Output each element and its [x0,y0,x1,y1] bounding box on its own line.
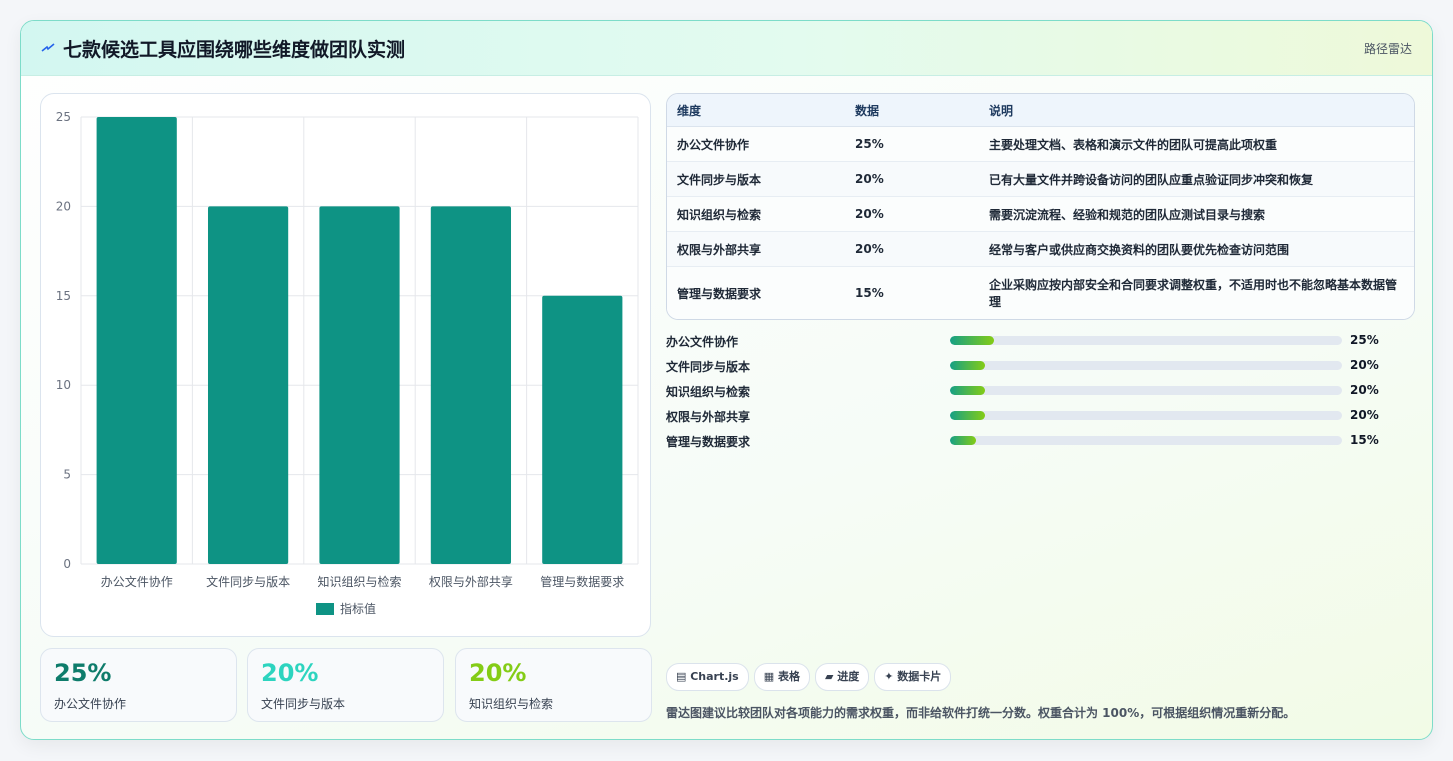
table-cell: 需要沉淀流程、经验和规范的团队应测试目录与搜索 [979,196,1414,232]
progress-fill [950,411,986,420]
bar [96,117,177,564]
progress-label: 办公文件协作 [666,335,739,349]
table-row: 管理与数据要求 15% 企业采购应按内部安全和合同要求调整权重，不适用时也不能忽… [667,266,1414,319]
x-tick-label: 办公文件协作 [101,574,173,589]
y-tick-label: 0 [63,557,71,571]
chip-table[interactable]: ▦ 表格 [753,663,810,691]
progress-value: 20% [1350,408,1379,422]
progress-label: 管理与数据要求 [666,435,751,449]
progress-fill [950,361,986,370]
bar-chart-panel: 0 5 10 15 20 25 办公文件协作 文件同步与版本 知识组织与检索 权限与外部共享 管理与… [40,93,651,637]
table-cell: 20% [845,161,979,197]
table-header-row: 维度 数据 说明 [667,94,1414,127]
header-tag: 路径雷达 [1363,42,1412,56]
progress-track [950,436,1342,445]
progress-value: 20% [1350,358,1379,372]
chip-chartjs[interactable]: ▤ Chart.js [666,663,749,691]
progress-row: 权限与外部共享 20% [666,404,1416,429]
table-row: 权限与外部共享 20% 经常与客户或供应商交换资料的团队要优先检查访问范围 [667,231,1414,267]
x-tick-label: 权限与外部共享 [429,574,513,589]
y-tick-label: 10 [56,378,71,392]
table-cell: 企业采购应按内部安全和合同要求调整权重，不适用时也不能忽略基本数据管理 [979,266,1414,319]
table-row: 知识组织与检索 20% 需要沉淀流程、经验和规范的团队应测试目录与搜索 [667,196,1414,232]
y-tick-label: 5 [63,468,71,482]
legend-label: 指标值 [340,601,376,616]
progress-row: 知识组织与检索 20% [666,379,1416,404]
progress-value: 20% [1350,383,1379,397]
chip-data-cards[interactable]: ✦ 数据卡片 [874,663,952,691]
tech-chips: ▤ Chart.js ▦ 表格 ▰ 进度 ✦ 数据卡片 [666,663,956,691]
stat-value: 20% [469,659,527,687]
progress-fill [950,386,986,395]
progress-track [950,361,1342,370]
progress-list: 办公文件协作 25% 文件同步与版本 20% 知识组织与检索 20% 权限与外部… [666,329,1416,454]
progress-value: 15% [1350,433,1379,447]
progress-value: 25% [1350,333,1379,347]
progress-label: 权限与外部共享 [666,410,751,424]
progress-row: 管理与数据要求 15% [666,429,1416,454]
y-tick-label: 25 [56,110,71,124]
bar [207,206,289,564]
table-row: 文件同步与版本 20% 已有大量文件并跨设备访问的团队应重点验证同步冲突和恢复 [667,161,1414,197]
lightning-icon [41,43,55,52]
stat-value: 20% [261,659,319,687]
x-tick-label: 文件同步与版本 [206,574,290,589]
table-cell: 已有大量文件并跨设备访问的团队应重点验证同步冲突和恢复 [979,161,1414,197]
column-header: 说明 [979,94,1414,127]
stat-label: 办公文件协作 [54,697,127,711]
page-title: 七款候选工具应围绕哪些维度做团队实测 [63,39,406,61]
x-tick-label: 知识组织与检索 [317,574,401,589]
progress-row: 文件同步与版本 20% [666,354,1416,379]
stat-card: 20% 知识组织与检索 [455,648,652,722]
table-cell: 20% [845,196,979,232]
column-header: 维度 [667,94,845,127]
bar [430,206,512,564]
dashboard-card: 七款候选工具应围绕哪些维度做团队实测 路径雷达 0 5 10 15 20 25 办公文件协作… [20,20,1433,740]
progress-track [950,411,1342,420]
table-cell: 主要处理文档、表格和演示文件的团队可提高此项权重 [979,126,1414,162]
y-tick-label: 20 [56,199,71,213]
progress-row: 办公文件协作 25% [666,329,1416,354]
table-row: 办公文件协作 25% 主要处理文档、表格和演示文件的团队可提高此项权重 [667,126,1414,162]
card-header: 七款候选工具应围绕哪些维度做团队实测 路径雷达 [21,21,1432,76]
table-cell: 经常与客户或供应商交换资料的团队要优先检查访问范围 [979,231,1414,267]
progress-fill [950,436,977,445]
stat-label: 文件同步与版本 [261,697,346,711]
stat-card: 20% 文件同步与版本 [247,648,444,722]
table-cell: 管理与数据要求 [667,266,845,319]
y-tick-label: 15 [56,289,71,303]
progress-label: 知识组织与检索 [666,385,751,399]
column-header: 数据 [845,94,979,127]
progress-label: 文件同步与版本 [666,360,751,374]
table-cell: 20% [845,231,979,267]
chip-progress[interactable]: ▰ 进度 [814,663,870,691]
bar [319,206,400,564]
table-cell: 文件同步与版本 [667,161,845,197]
progress-track [950,386,1342,395]
bar-chart: 0 5 10 15 20 25 办公文件协作 文件同步与版本 知识组织与检索 权限与外部共享 管理与… [56,110,639,616]
x-tick-label: 管理与数据要求 [540,574,624,589]
footnote: 雷达图建议比较团队对各项能力的需求权重，而非给软件打统一分数。权重合计为 100… [666,706,1296,720]
table-cell: 15% [845,266,979,319]
progress-fill [950,336,995,345]
stat-value: 25% [54,659,112,687]
data-table: 维度 数据 说明 办公文件协作 25% 主要处理文档、表格和演示文件的团队可提高… [666,93,1415,320]
bar [542,295,623,564]
table-cell: 25% [845,126,979,162]
stat-label: 知识组织与检索 [469,697,554,711]
progress-track [950,336,1342,345]
table-cell: 权限与外部共享 [667,231,845,267]
table-cell: 知识组织与检索 [667,196,845,232]
table-cell: 办公文件协作 [667,126,845,162]
stat-card: 25% 办公文件协作 [40,648,237,722]
legend-swatch [316,603,334,615]
